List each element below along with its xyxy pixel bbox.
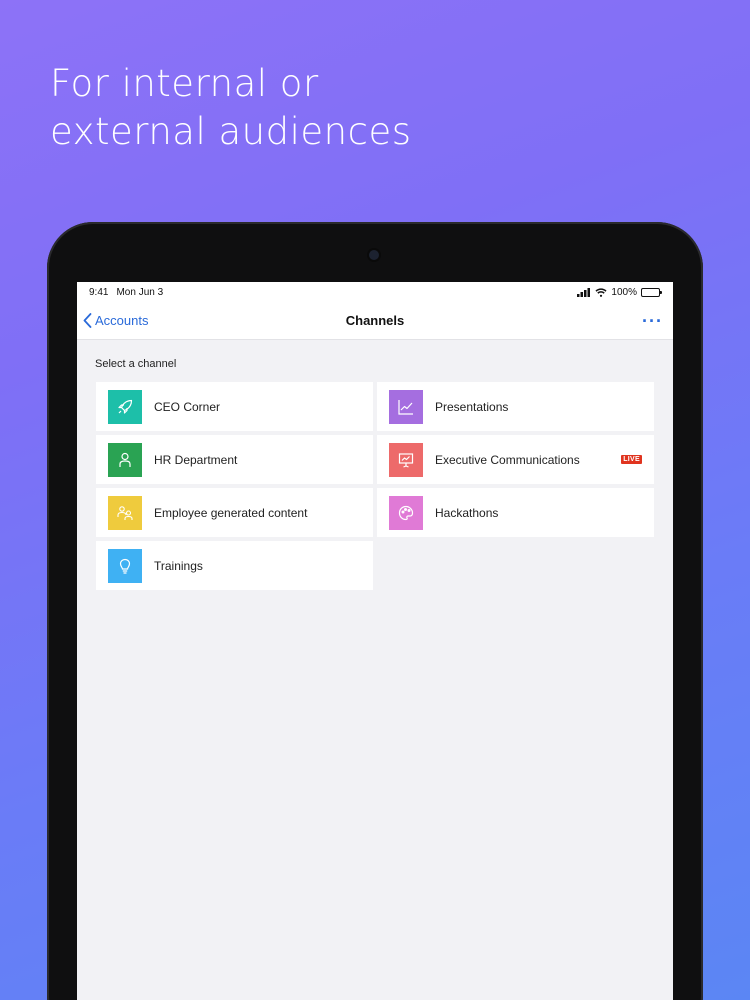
channel-tile xyxy=(108,495,142,530)
live-badge: LIVE xyxy=(621,455,642,464)
line-chart-icon xyxy=(398,399,413,415)
status-date: Mon Jun 3 xyxy=(116,286,164,298)
headline-line-1: For internal or xyxy=(50,62,319,105)
group-icon xyxy=(117,505,133,520)
channel-tile xyxy=(108,442,142,477)
channel-hr-department[interactable]: HR Department xyxy=(96,435,373,484)
status-bar: 9:41 Mon Jun 3 100% xyxy=(77,282,673,302)
navigation-bar: Accounts Channels ··· xyxy=(77,302,673,340)
battery-icon xyxy=(641,287,662,297)
signal-icon xyxy=(577,287,591,297)
presentation-board-icon xyxy=(398,452,414,468)
channel-label: Presentations xyxy=(435,399,509,414)
channel-tile xyxy=(108,389,142,424)
channel-tile xyxy=(389,389,423,424)
channel-label: Employee generated content xyxy=(154,505,308,520)
person-icon xyxy=(119,452,131,467)
chevron-left-icon xyxy=(83,313,92,328)
channel-grid: CEO Corner Presentations HR Department E… xyxy=(96,382,654,590)
lightbulb-icon xyxy=(119,558,131,574)
ellipsis-icon[interactable]: ··· xyxy=(642,312,663,330)
channel-ceo-corner[interactable]: CEO Corner xyxy=(96,382,373,431)
channel-tile xyxy=(108,548,142,583)
tablet-device: 9:41 Mon Jun 3 100% Accounts Channels ··… xyxy=(47,222,703,1000)
channel-executive-communications[interactable]: Executive Communications LIVE xyxy=(377,435,654,484)
battery-percent: 100% xyxy=(611,286,637,298)
channel-trainings[interactable]: Trainings xyxy=(96,541,373,590)
headline: For internal or external audiences xyxy=(50,60,412,156)
channel-tile xyxy=(389,442,423,477)
app-screen: 9:41 Mon Jun 3 100% Accounts Channels ··… xyxy=(77,282,673,1000)
back-button[interactable]: Accounts xyxy=(83,313,148,328)
back-button-label: Accounts xyxy=(95,313,149,328)
status-time: 9:41 xyxy=(89,286,109,298)
section-label: Select a channel xyxy=(95,358,177,370)
camera-icon xyxy=(369,250,379,260)
page-title: Channels xyxy=(345,313,405,328)
channel-label: Executive Communications xyxy=(435,452,580,467)
channel-tile xyxy=(389,495,423,530)
wifi-icon xyxy=(595,287,607,297)
palette-icon xyxy=(398,505,414,520)
channel-label: Hackathons xyxy=(435,505,499,520)
headline-line-2: external audiences xyxy=(50,110,412,153)
channel-label: CEO Corner xyxy=(154,399,221,414)
channel-presentations[interactable]: Presentations xyxy=(377,382,654,431)
channel-employee-generated-content[interactable]: Employee generated content xyxy=(96,488,373,537)
channel-label: Trainings xyxy=(154,558,203,573)
channel-hackathons[interactable]: Hackathons xyxy=(377,488,654,537)
channel-label: HR Department xyxy=(154,452,238,467)
rocket-icon xyxy=(118,399,133,414)
